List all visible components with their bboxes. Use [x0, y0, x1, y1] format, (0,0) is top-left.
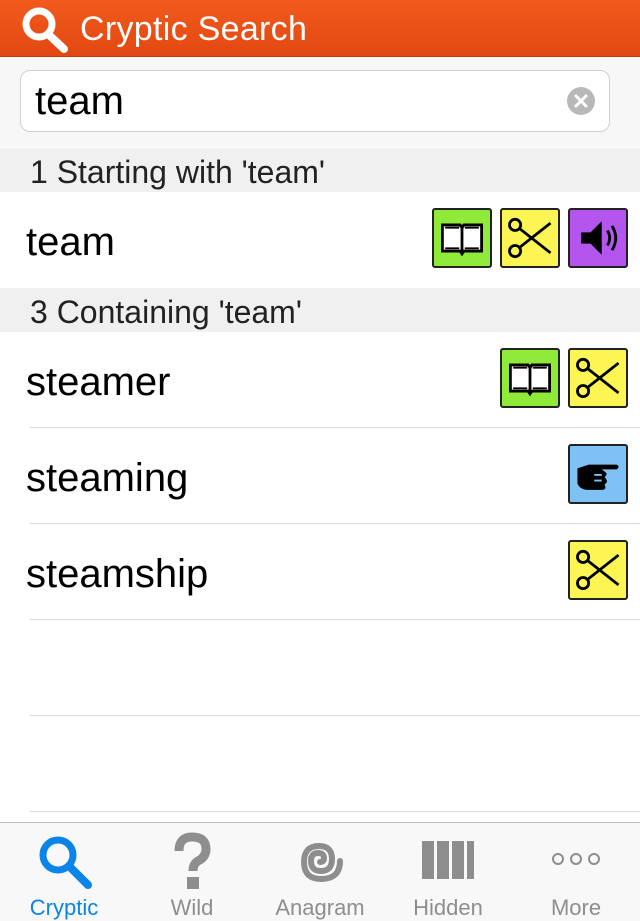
spiral-icon [300, 842, 343, 883]
tab-label: Hidden [413, 895, 483, 920]
search-input-value[interactable]: team [35, 77, 124, 125]
search-input[interactable]: team [20, 70, 610, 132]
result-row-steaming[interactable]: steaming [0, 428, 640, 524]
speaker-icon[interactable] [568, 208, 628, 268]
tab-hidden[interactable]: Hidden [384, 823, 512, 921]
result-word: steamship [26, 552, 209, 596]
section-header-label: 1 Starting with 'team' [30, 154, 326, 190]
result-word: team [26, 220, 115, 264]
tab-bar: Cryptic Wild Anagram Hidden More [0, 822, 640, 921]
tab-label: Wild [170, 895, 214, 920]
book-icon[interactable] [500, 348, 560, 408]
pointing-hand-icon[interactable] [568, 444, 628, 504]
tab-anagram[interactable]: Anagram [256, 823, 384, 921]
tab-more[interactable]: More [512, 823, 640, 921]
section-header-starting: 1 Starting with 'team' [0, 148, 640, 192]
columns-icon [422, 841, 474, 879]
app-header: Cryptic Search [0, 0, 640, 57]
app-title: Cryptic Search [80, 10, 308, 48]
result-row-steamer[interactable]: steamer [0, 332, 640, 428]
search-logo-icon [22, 7, 68, 53]
row-separator [30, 811, 640, 812]
result-word: steaming [26, 456, 189, 500]
row-separator [30, 619, 640, 620]
more-icon [552, 853, 600, 865]
result-word: steamer [26, 360, 171, 404]
search-bar: team [0, 57, 640, 147]
result-row-team[interactable]: team [0, 192, 640, 288]
section-header-containing: 3 Containing 'team' [0, 288, 640, 332]
tab-wild[interactable]: Wild [128, 823, 256, 921]
book-icon[interactable] [432, 208, 492, 268]
result-row-steamship[interactable]: steamship [0, 524, 640, 620]
scissors-icon[interactable] [568, 540, 628, 600]
search-icon [39, 836, 92, 889]
tab-label: Anagram [275, 895, 365, 920]
tab-cryptic[interactable]: Cryptic [0, 823, 128, 921]
tab-label: Cryptic [29, 895, 99, 920]
clear-icon[interactable] [567, 87, 595, 115]
scissors-icon[interactable] [500, 208, 560, 268]
section-header-label: 3 Containing 'team' [30, 294, 302, 330]
scissors-icon[interactable] [568, 348, 628, 408]
question-icon [174, 832, 211, 889]
tab-label: More [550, 895, 602, 920]
row-separator [30, 715, 640, 716]
